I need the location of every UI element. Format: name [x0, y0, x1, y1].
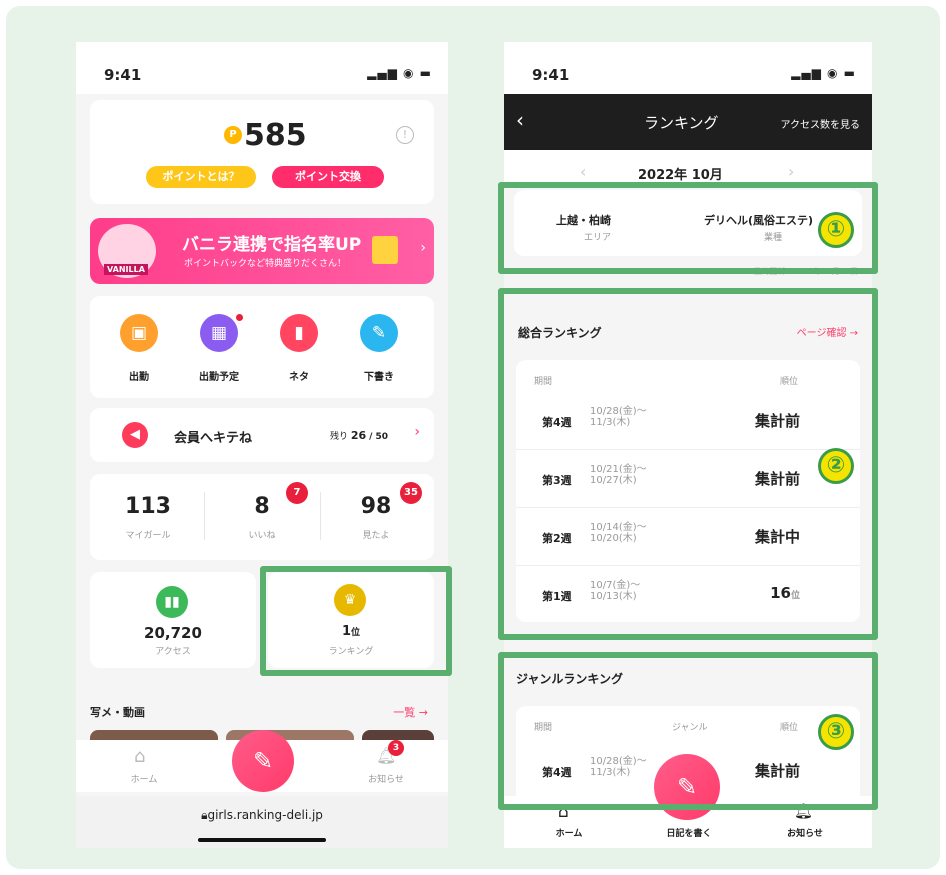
home-indicator [198, 838, 326, 842]
nav-notice-label[interactable]: お知らせ [780, 826, 830, 839]
left-phone-screen: 9:41 ▂▄▆ ◉ ▬ P 585 ! ポイントとは？ ポイント交換 VANIL… [76, 42, 448, 848]
month-label: 2022年 10月 [638, 168, 723, 183]
mitayo-badge: 35 [400, 482, 422, 504]
photo-section-title: 写メ・動画 [90, 706, 145, 719]
point-exchange-button[interactable]: ポイント交換 [272, 166, 384, 188]
signal-wifi-battery-icon: ▂▄▆ ◉ ▬ [367, 66, 432, 80]
access-card[interactable]: ▮▮ 20,720 アクセス [90, 572, 256, 668]
mygirl-count[interactable]: 113 [106, 494, 190, 519]
back-arrow-icon[interactable]: ‹ [516, 108, 524, 132]
calendar-icon[interactable]: ▦ [200, 314, 238, 352]
point-about-button[interactable]: ポイントとは？ [146, 166, 256, 188]
marker-2: ② [818, 448, 854, 484]
bag-icon[interactable]: ▣ [120, 314, 158, 352]
kitene-card[interactable]: ◀ 会員へキテね 残り 26 / 50 › [90, 408, 434, 462]
photo-more-link[interactable]: 一覧 → [393, 704, 428, 720]
home-icon[interactable]: ⌂ [134, 746, 145, 767]
point-coin-icon: P [224, 126, 242, 144]
actions-card: ▣ 出勤 ▦ 出勤予定 ▮ ネタ ✎ 下書き [90, 296, 434, 398]
kitene-count: 26 [350, 429, 367, 442]
kitene-total: / 50 [369, 432, 389, 442]
url-text: girls.ranking-deli.jp [207, 808, 323, 822]
chevron-right-icon: › [420, 240, 426, 256]
nav-home-label[interactable]: ホーム [544, 826, 594, 839]
action-label-shukkin: 出勤 [129, 372, 149, 383]
mitayo-label: 見たよ [362, 531, 390, 541]
status-time: 9:41 [532, 66, 570, 84]
notebook-icon[interactable]: ▮ [280, 314, 318, 352]
action-label-schedule: 出勤予定 [199, 372, 239, 383]
megaphone-icon: ◀ [122, 422, 148, 448]
marker-1: ① [818, 212, 854, 248]
nav-write-label[interactable]: 日記を書く [654, 826, 724, 839]
bar-chart-icon: ▮▮ [156, 586, 188, 618]
stats-card: 113 マイガール 8 いいね 7 98 見たよ 35 [90, 474, 434, 560]
signal-wifi-battery-icon: ▂▄▆ ◉ ▬ [791, 66, 856, 80]
status-bar: 9:41 ▂▄▆ ◉ ▬ [504, 42, 872, 94]
edit-note-icon[interactable]: ✎ [360, 314, 398, 352]
divider [320, 492, 321, 540]
chevron-right-icon: › [414, 424, 420, 440]
vanilla-logo: VANILLA [104, 264, 148, 275]
action-label-draft: 下書き [364, 372, 394, 383]
header-bar: ‹ ランキング アクセス数を見る [504, 94, 872, 150]
next-month-icon[interactable]: › [788, 162, 794, 181]
marker-3: ③ [818, 714, 854, 750]
divider [204, 492, 205, 540]
header-title: ランキング [644, 114, 719, 132]
kitene-remaining: 残り 26 / 50 [330, 429, 388, 442]
vanilla-banner[interactable]: VANILLA バニラ連携で指名率UP ポイントバックなど特典盛りだくさん！ › [90, 218, 434, 284]
access-value: 20,720 [144, 624, 202, 642]
nav-notice-label[interactable]: お知らせ [358, 772, 414, 785]
access-label: アクセス [155, 647, 191, 657]
gift-icon [372, 236, 398, 264]
banner-title: バニラ連携で指名率UP [182, 235, 362, 255]
status-bar: 9:41 ▂▄▆ ◉ ▬ [76, 42, 448, 94]
prev-month-icon[interactable]: ‹ [580, 162, 586, 181]
like-label: いいね [248, 531, 276, 541]
action-label-neta: ネタ [289, 372, 309, 383]
write-diary-fab[interactable]: ✎ [232, 730, 294, 792]
status-time: 9:41 [104, 66, 142, 84]
info-icon[interactable]: ! [396, 126, 414, 144]
banner-subtitle: ポイントバックなど特典盛りだくさん！ [184, 259, 347, 269]
like-badge: 7 [286, 482, 308, 504]
nav-home-label[interactable]: ホーム [120, 772, 168, 785]
mygirl-label: マイガール [125, 531, 171, 541]
kitene-label: 会員へキテね [174, 431, 253, 446]
notification-dot [236, 314, 243, 321]
highlight-box-ranking [260, 566, 452, 676]
notice-badge: 3 [388, 740, 404, 756]
points-card: P 585 ! ポイントとは？ ポイント交換 [90, 100, 434, 204]
kitene-prefix: 残り [330, 432, 349, 442]
points-value: 585 [244, 118, 307, 153]
access-view-link[interactable]: アクセス数を見る [781, 116, 861, 131]
